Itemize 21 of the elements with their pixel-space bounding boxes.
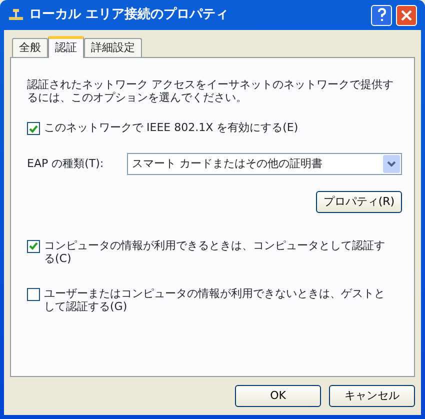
window-title: ローカル エリア接続のプロパティ bbox=[29, 6, 229, 24]
eap-type-dropdown[interactable]: スマート カードまたはその他の証明書 bbox=[127, 152, 402, 175]
description-text: 認証されたネットワーク アクセスをイーサネットのネットワークで提供するには、このオプションを選んでください。 bbox=[27, 78, 394, 104]
help-button[interactable] bbox=[371, 4, 392, 26]
checkmark-icon bbox=[29, 124, 38, 133]
checkmark-icon bbox=[29, 242, 38, 250]
dialog-button[interactable]: キャンセル bbox=[329, 385, 415, 407]
tab[interactable]: 全般 bbox=[12, 38, 48, 57]
close-button[interactable] bbox=[396, 4, 417, 26]
option-checkbox[interactable]: ユーザーまたはコンピュータの情報が利用できないときは、ゲストとして認証する(G) bbox=[27, 287, 402, 314]
tab[interactable]: 認証 bbox=[48, 36, 84, 58]
eap-type-label: EAP の種類(T): bbox=[27, 156, 105, 172]
tab[interactable]: 詳細設定 bbox=[84, 38, 142, 57]
option-checkbox[interactable]: コンピュータの情報が利用できるときは、コンピュータとして認証する(C) bbox=[27, 238, 402, 266]
dialog-button[interactable]: OK bbox=[235, 385, 321, 407]
close-icon bbox=[401, 10, 412, 20]
help-icon bbox=[376, 8, 386, 22]
chevron-down-icon bbox=[387, 160, 396, 167]
enable-checkbox[interactable]: このネットワークで IEEE 802.1X を有効にする(E) bbox=[27, 120, 402, 137]
properties-button[interactable]: プロパティ(R) bbox=[316, 190, 402, 213]
network-icon bbox=[8, 8, 24, 22]
